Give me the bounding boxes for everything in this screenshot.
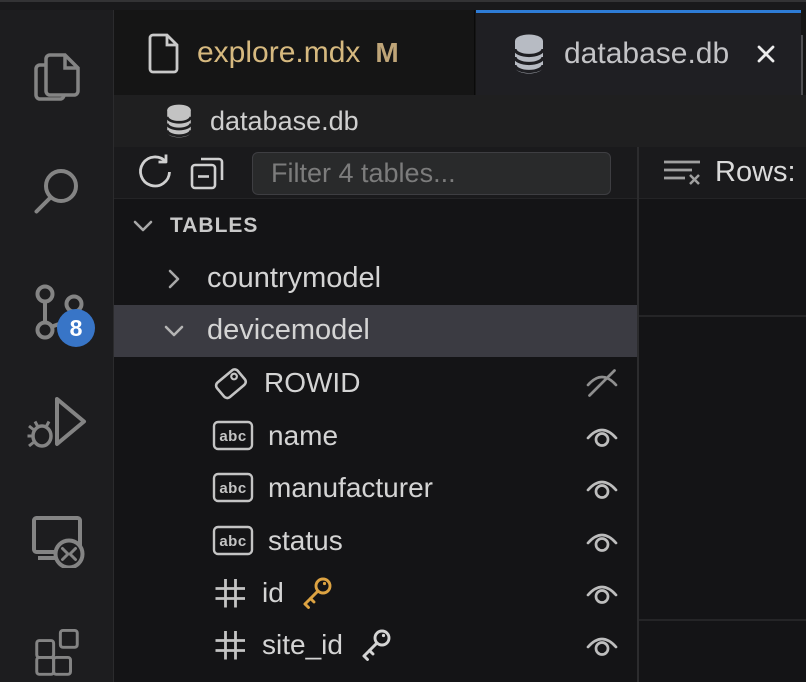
column-label: ROWID (264, 367, 360, 399)
filter-rows-icon[interactable] (661, 154, 703, 192)
tree-section-tables[interactable]: TABLES (114, 200, 637, 252)
debug-icon (27, 394, 87, 450)
chevron-down-icon (159, 316, 189, 346)
hash-icon (212, 627, 248, 663)
foreign-key-icon (356, 626, 394, 664)
rows-panel: Rows: (639, 147, 806, 682)
tab-bar: explore.mdx M database.db (114, 10, 806, 95)
close-icon[interactable] (751, 39, 781, 69)
activity-item-run-debug[interactable] (0, 394, 113, 450)
tree-item-countrymodel[interactable]: countrymodel (114, 252, 637, 304)
grid-row-separator (639, 315, 806, 317)
filter-tables-input[interactable] (252, 152, 611, 195)
abc-icon: abc (212, 419, 254, 453)
explorer-icon (29, 49, 85, 105)
eye-icon[interactable] (583, 522, 621, 560)
chevron-right-icon (159, 264, 189, 294)
column-label: site_id (262, 629, 343, 661)
tree-column-name[interactable]: abc name (114, 410, 637, 462)
tree-column-manufacturer[interactable]: abc manufacturer (114, 462, 637, 514)
tab-edge-separator (801, 35, 803, 101)
window-title-strip (0, 0, 806, 10)
breadcrumb[interactable]: database.db (114, 95, 806, 147)
svg-text:abc: abc (219, 533, 246, 550)
rows-label: Rows: (715, 156, 796, 189)
refresh-icon[interactable] (133, 153, 173, 193)
collapse-all-icon[interactable] (187, 153, 227, 193)
database-icon (510, 33, 548, 75)
tables-toolbar (114, 147, 637, 199)
tables-panel: TABLES countrymodel devicemodel (114, 147, 637, 682)
tree-column-status[interactable]: abc status (114, 514, 637, 566)
tab-database-db[interactable]: database.db (476, 10, 801, 95)
column-label: status (268, 525, 343, 557)
tables-tree: TABLES countrymodel devicemodel (114, 200, 637, 682)
column-label: name (268, 420, 338, 452)
modified-indicator: M (375, 37, 398, 69)
activity-item-remote-explorer[interactable] (0, 510, 113, 568)
grid-row-separator (639, 619, 806, 621)
tree-column-site-id[interactable]: site_id (114, 619, 637, 671)
eye-off-icon[interactable] (583, 364, 621, 402)
editor-content: TABLES countrymodel devicemodel (114, 147, 806, 682)
table-label: countrymodel (207, 262, 381, 295)
file-icon (145, 31, 181, 75)
abc-icon: abc (212, 524, 254, 558)
tree-column-rowid[interactable]: ROWID (114, 357, 637, 409)
abc-icon: abc (212, 471, 254, 505)
tree-column-id[interactable]: id (114, 567, 637, 619)
database-icon (163, 103, 195, 139)
eye-icon[interactable] (583, 626, 621, 664)
extensions-icon (30, 622, 84, 676)
tab-label: explore.mdx (197, 36, 360, 70)
activity-item-explorer[interactable] (0, 49, 113, 105)
tree-item-devicemodel[interactable]: devicemodel (114, 305, 637, 357)
breadcrumb-label: database.db (210, 106, 359, 137)
svg-text:abc: abc (219, 428, 246, 445)
vscode-window: 8 (0, 0, 806, 682)
table-label: devicemodel (207, 314, 370, 347)
source-control-badge: 8 (57, 309, 95, 347)
search-icon (30, 163, 84, 217)
activity-item-source-control[interactable] (0, 282, 113, 342)
activity-bar: 8 (0, 10, 114, 682)
eye-icon[interactable] (583, 417, 621, 455)
eye-icon[interactable] (583, 469, 621, 507)
activity-item-extensions[interactable] (0, 622, 113, 676)
svg-text:abc: abc (219, 480, 246, 497)
tab-label: database.db (564, 37, 729, 71)
section-label: TABLES (170, 214, 258, 238)
primary-key-icon (297, 574, 335, 612)
tag-icon (212, 364, 250, 402)
column-label: manufacturer (268, 472, 433, 504)
hash-icon (212, 575, 248, 611)
remote-explorer-icon (28, 510, 86, 568)
eye-icon[interactable] (583, 574, 621, 612)
tab-explore-mdx[interactable]: explore.mdx M (115, 10, 475, 95)
chevron-down-icon (128, 211, 158, 241)
rows-toolbar: Rows: (639, 147, 806, 199)
activity-item-search[interactable] (0, 163, 113, 217)
column-label: id (262, 577, 284, 609)
